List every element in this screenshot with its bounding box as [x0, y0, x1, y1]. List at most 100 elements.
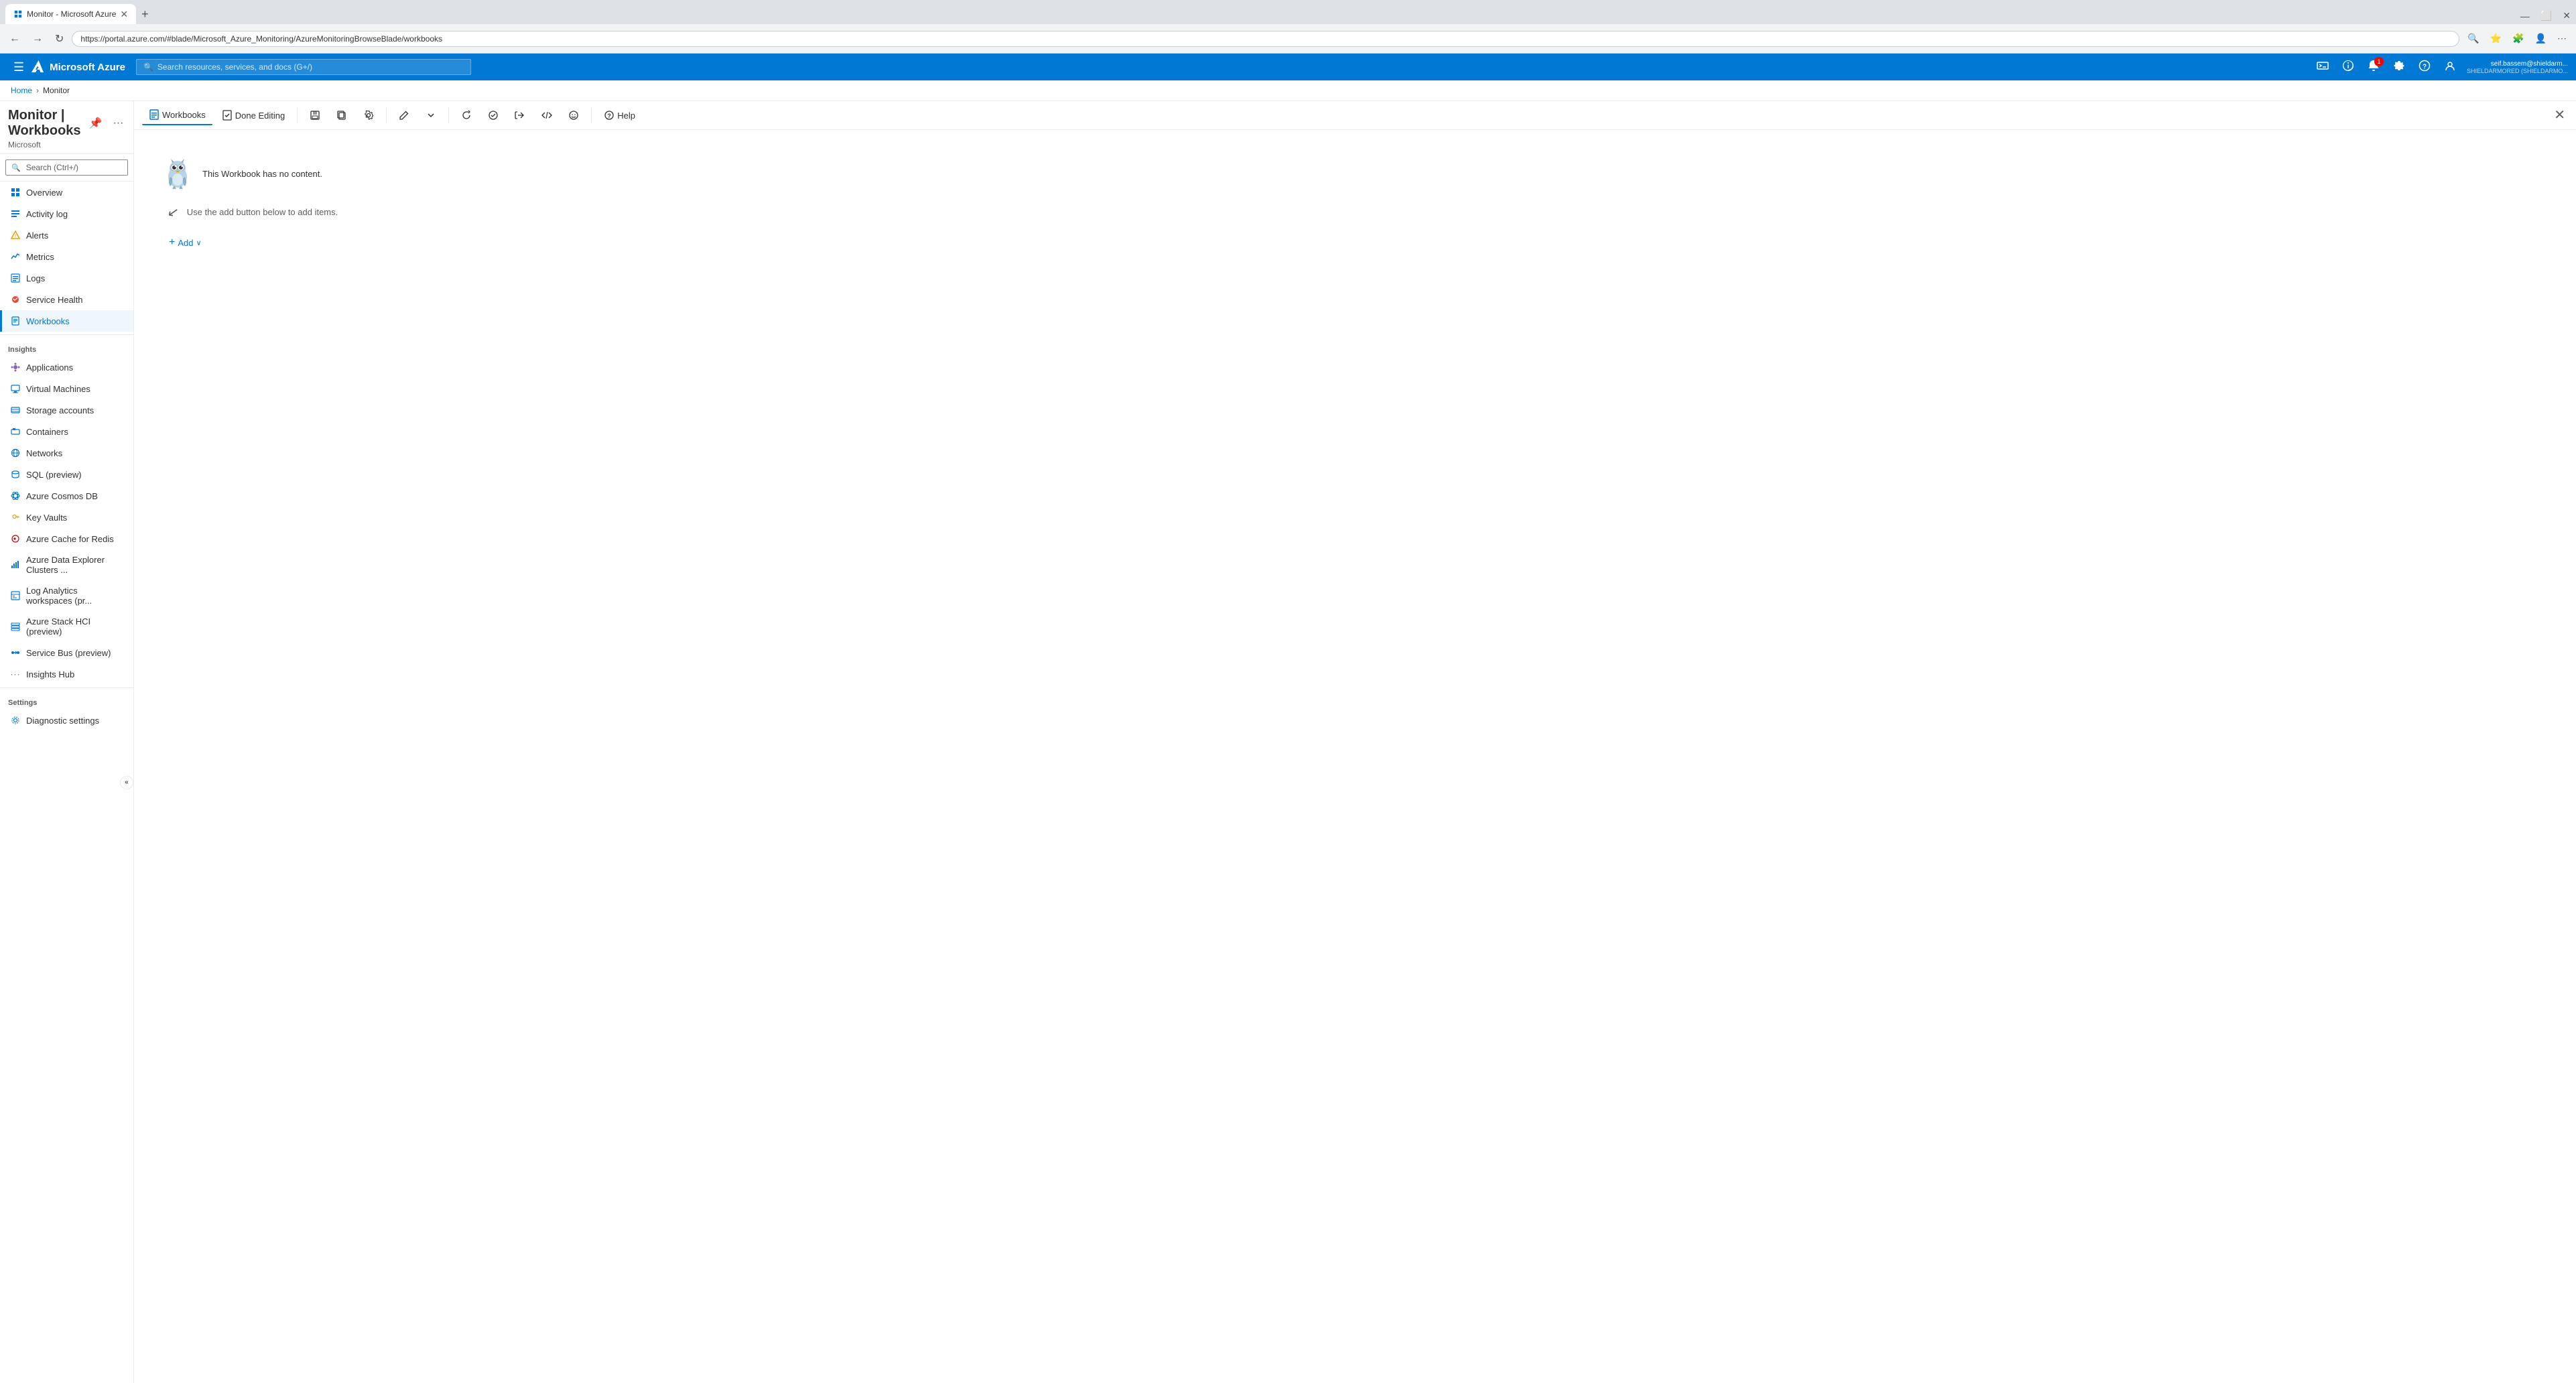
user-info[interactable]: seif.bassem@shieldarm... SHIELDARMORED (… — [2467, 60, 2568, 74]
chevron-down-button[interactable] — [419, 106, 443, 125]
window-controls: — ⬜ ✕ — [2515, 7, 2576, 24]
sidebar-item-virtual-machines[interactable]: Virtual Machines — [0, 378, 133, 399]
svg-text:?: ? — [2423, 63, 2427, 70]
sidebar-item-logs[interactable]: Logs — [0, 267, 133, 289]
workbooks-tab-label: Workbooks — [162, 110, 206, 120]
close-workbook-button[interactable]: ✕ — [2551, 106, 2568, 125]
maximize-button[interactable]: ⬜ — [2535, 7, 2557, 24]
done-editing-label: Done Editing — [235, 111, 285, 121]
breadcrumb-home[interactable]: Home — [11, 86, 32, 95]
workbooks-tab[interactable]: Workbooks — [142, 105, 212, 125]
sidebar-item-insights-hub[interactable]: ··· Insights Hub — [0, 663, 133, 685]
sidebar-item-cosmos-db[interactable]: Azure Cosmos DB — [0, 485, 133, 507]
toolbar-sep-4 — [591, 107, 592, 123]
sidebar-item-service-bus[interactable]: Service Bus (preview) — [0, 642, 133, 663]
chevron-down-icon — [426, 110, 436, 121]
user-name: seif.bassem@shieldarm... — [2491, 60, 2568, 68]
minimize-button[interactable]: — — [2515, 7, 2535, 24]
browser-more-button[interactable]: ⋯ — [2553, 30, 2571, 47]
sidebar-item-metrics[interactable]: Metrics — [0, 246, 133, 267]
active-tab[interactable]: Monitor - Microsoft Azure ✕ — [5, 4, 136, 24]
svg-text:?: ? — [608, 113, 612, 119]
sidebar-item-networks[interactable]: Networks — [0, 442, 133, 464]
code-editor-button[interactable] — [535, 106, 559, 125]
sidebar-collapse-button[interactable]: « — [120, 776, 133, 789]
help-button[interactable]: ? Help — [597, 106, 642, 125]
cloud-shell-button[interactable] — [2311, 56, 2334, 79]
sidebar-item-log-analytics[interactable]: Log Analytics workspaces (pr... — [0, 580, 133, 611]
address-bar[interactable]: https://portal.azure.com/#blade/Microsof… — [72, 31, 2459, 47]
edit-icon — [399, 110, 409, 121]
new-tab-button[interactable]: + — [136, 5, 154, 24]
forward-button[interactable]: → — [28, 30, 47, 48]
sidebar-search-input[interactable]: 🔍 Search (Ctrl+/) — [5, 159, 128, 176]
refresh-button[interactable]: ↻ — [51, 29, 68, 48]
sidebar-label-data-explorer: Azure Data Explorer Clusters ... — [26, 555, 125, 575]
workbook-settings-button[interactable] — [357, 106, 381, 125]
page-title: Monitor | Workbooks — [8, 108, 81, 139]
sidebar-label-workbooks: Workbooks — [26, 316, 70, 326]
page-header: Monitor | Workbooks 📌 ··· — [8, 108, 125, 139]
azure-search-bar[interactable]: 🔍 — [136, 59, 471, 75]
share-link-button[interactable] — [508, 106, 532, 125]
sidebar-item-stack-hci[interactable]: Azure Stack HCI (preview) — [0, 611, 133, 642]
done-editing-button[interactable]: Done Editing — [215, 106, 292, 125]
edit-button[interactable] — [392, 106, 416, 125]
sidebar-label-log-analytics: Log Analytics workspaces (pr... — [26, 586, 125, 606]
refresh-toolbar-button[interactable] — [454, 106, 478, 125]
sidebar-item-containers[interactable]: Containers — [0, 421, 133, 442]
sidebar-item-key-vaults[interactable]: Key Vaults — [0, 507, 133, 528]
emoji-button[interactable] — [562, 106, 586, 125]
breadcrumb-separator: › — [36, 86, 39, 95]
sidebar-item-cache-redis[interactable]: Azure Cache for Redis — [0, 528, 133, 549]
virtual-machines-icon — [10, 383, 21, 394]
profile-button[interactable]: 👤 — [2531, 30, 2551, 47]
sidebar-item-storage-accounts[interactable]: Storage accounts — [0, 399, 133, 421]
feedback-button[interactable] — [2337, 56, 2360, 79]
sidebar-item-activity-log[interactable]: Activity log — [0, 203, 133, 224]
save-to-gallery-button[interactable] — [481, 106, 505, 125]
sidebar-item-sql-preview[interactable]: SQL (preview) — [0, 464, 133, 485]
sidebar-item-applications[interactable]: Applications — [0, 356, 133, 378]
sidebar-item-workbooks[interactable]: Workbooks — [0, 310, 133, 332]
emoji-icon — [568, 110, 579, 121]
sidebar-item-diagnostic-settings[interactable]: Diagnostic settings — [0, 710, 133, 731]
browser-search-button[interactable]: 🔍 — [2463, 30, 2483, 47]
notifications-button[interactable]: 1 — [2362, 56, 2385, 79]
sidebar-label-virtual-machines: Virtual Machines — [26, 384, 90, 394]
sidebar-search[interactable]: 🔍 Search (Ctrl+/) — [0, 154, 133, 182]
settings-button[interactable] — [2388, 56, 2410, 79]
sidebar-item-data-explorer[interactable]: Azure Data Explorer Clusters ... — [0, 549, 133, 580]
sidebar-label-metrics: Metrics — [26, 252, 54, 262]
tab-close-button[interactable]: ✕ — [120, 9, 128, 19]
add-button[interactable]: + Add ∨ — [161, 231, 210, 254]
back-button[interactable]: ← — [5, 30, 24, 48]
extensions-button[interactable]: 🧩 — [2508, 30, 2528, 47]
log-analytics-icon — [10, 590, 21, 601]
sidebar-label-activity-log: Activity log — [26, 209, 68, 219]
copy-button[interactable] — [330, 106, 354, 125]
save-icon — [310, 110, 320, 121]
more-options-button[interactable]: ··· — [110, 116, 126, 131]
settings-section-label: Settings — [0, 691, 133, 710]
sidebar-item-service-health[interactable]: Service Health — [0, 289, 133, 310]
user-org: SHIELDARMORED (SHIELDARMO... — [2467, 68, 2568, 74]
sidebar-item-alerts[interactable]: ! Alerts — [0, 224, 133, 246]
pin-button[interactable]: 📌 — [86, 115, 105, 131]
sidebar-label-cosmos-db: Azure Cosmos DB — [26, 491, 98, 501]
azure-search-input[interactable] — [157, 62, 464, 72]
user-feedback-button[interactable] — [2439, 56, 2461, 79]
bookmark-button[interactable]: ⭐ — [2486, 30, 2506, 47]
sidebar-item-overview[interactable]: Overview — [0, 182, 133, 203]
containers-icon — [10, 426, 21, 437]
sidebar-label-insights-hub: Insights Hub — [26, 669, 74, 679]
save-button[interactable] — [303, 106, 327, 125]
hamburger-menu-button[interactable]: ☰ — [8, 58, 29, 77]
breadcrumb-current: Monitor — [43, 86, 70, 95]
tab-favicon — [13, 9, 23, 19]
close-window-button[interactable]: ✕ — [2557, 7, 2576, 24]
sidebar-label-service-health: Service Health — [26, 295, 83, 305]
help-button[interactable]: ? — [2413, 56, 2436, 79]
toolbar-sep-1 — [297, 107, 298, 123]
sidebar-label-networks: Networks — [26, 448, 62, 458]
